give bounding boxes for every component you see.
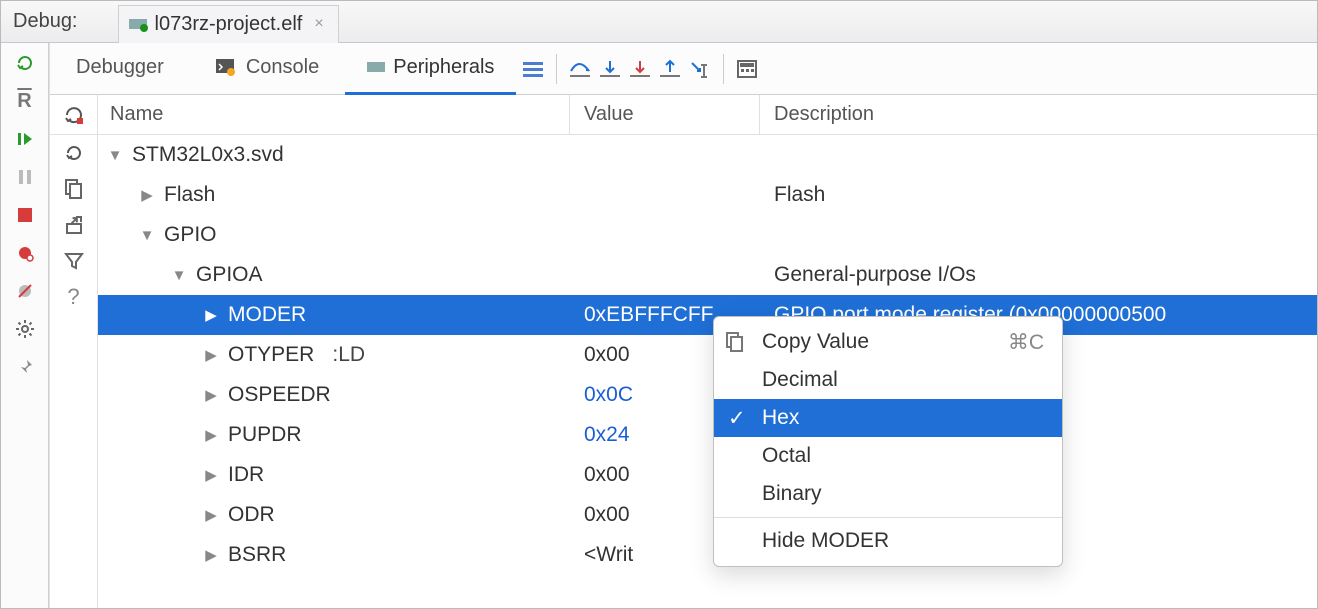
mute-breakpoints-icon[interactable] [13,279,37,303]
chevron-down-icon[interactable]: ▼ [106,147,124,164]
register-row-idr[interactable]: ▶ IDR 0x00 ta register (0x0000000 [98,455,1317,495]
menu-binary[interactable]: Binary [714,475,1062,513]
register-row-ospeedr[interactable]: ▶ OSPEEDR 0x0C speed register (0x00000 [98,375,1317,415]
menu-label: Decimal [762,368,838,392]
register-row-bsrr[interactable]: ▶ BSRR <Writ eset register (0x000000 [98,535,1317,575]
menu-separator [714,517,1062,518]
refresh-toggle-icon[interactable] [50,95,98,134]
copy-icon [726,332,744,352]
menu-copy-value[interactable]: Copy Value ⌘C [714,323,1062,361]
stop-icon[interactable] [13,203,37,227]
register-extra: :LD [332,343,365,367]
separator [723,54,724,84]
tree-node-gpioa[interactable]: ▼ GPIOA General-purpose I/Os [98,255,1317,295]
menu-hide[interactable]: Hide MODER [714,522,1062,560]
register-row-otyper[interactable]: ▶ OTYPER :LD 0x00 ype register (0x000000 [98,335,1317,375]
chevron-right-icon[interactable]: ▶ [202,386,220,404]
menu-shortcut: ⌘C [1008,330,1044,355]
export-icon[interactable] [62,213,86,237]
tree-node-label: GPIO [164,223,217,247]
chevron-right-icon[interactable]: ▶ [202,426,220,444]
pause-icon[interactable] [13,165,37,189]
chevron-right-icon[interactable]: ▶ [202,306,220,324]
chevron-right-icon[interactable]: ▶ [202,546,220,564]
reset-icon[interactable]: R [13,89,37,113]
menu-label: Hide MODER [762,529,889,553]
file-tab[interactable]: l073rz-project.elf × [118,5,339,43]
chevron-right-icon[interactable]: ▶ [202,506,220,524]
chevron-right-icon[interactable]: ▶ [138,186,156,204]
menu-octal[interactable]: Octal [714,437,1062,475]
col-value[interactable]: Value [570,95,760,134]
tree-node-label: GPIOA [196,263,263,287]
tree-toolbar: ? [50,135,98,608]
tab-console-label: Console [246,56,319,79]
column-headers: Name Value Description [50,95,1317,135]
rerun-icon[interactable] [13,51,37,75]
register-name: BSRR [228,543,286,567]
breakpoint-icon[interactable] [13,241,37,265]
check-icon: ✓ [728,406,746,431]
debug-tabbar: Debugger Console Peripherals [50,43,1317,95]
titlebar: Debug: l073rz-project.elf × [1,1,1317,43]
register-name: ODR [228,503,275,527]
tree-node-label: Flash [164,183,215,207]
menu-hex[interactable]: ✓ Hex [714,399,1062,437]
pin-icon[interactable] [13,355,37,379]
register-tree: ▼ STM32L0x3.svd ▶ Flash Flash ▼ [98,135,1317,608]
chevron-right-icon[interactable]: ▶ [202,466,220,484]
tab-debugger[interactable]: Debugger [54,43,186,95]
filter-icon[interactable] [62,249,86,273]
step-over-icon[interactable] [567,56,593,82]
tree-node-desc: General-purpose I/Os [760,263,1317,287]
step-out-icon[interactable] [657,56,683,82]
tree-root[interactable]: ▼ STM32L0x3.svd [98,135,1317,175]
help-icon[interactable]: ? [62,285,86,309]
tab-peripherals[interactable]: Peripherals [345,43,516,95]
col-description[interactable]: Description [760,95,1317,134]
register-row-odr[interactable]: ▶ ODR 0x00 data register (0x000000 [98,495,1317,535]
register-row-pupdr[interactable]: ▶ PUPDR 0x24 pull-down register (0x00 [98,415,1317,455]
file-tab-label: l073rz-project.elf [155,13,303,36]
register-name: OTYPER [228,343,314,367]
tree-root-label: STM32L0x3.svd [132,143,284,167]
menu-label: Copy Value [762,330,869,354]
debug-controls: R [1,43,49,608]
force-step-into-icon[interactable] [627,56,653,82]
debug-label: Debug: [13,10,78,33]
close-icon[interactable]: × [310,15,327,33]
chip-icon [129,19,147,29]
separator [556,54,557,84]
tab-console[interactable]: Console [190,43,341,95]
resume-icon[interactable] [13,127,37,151]
register-row-moder[interactable]: ▶ MODER 0xEBFFFCFF GPIO port mode regist… [98,295,1317,335]
menu-label: Octal [762,444,811,468]
refresh-icon[interactable] [62,141,86,165]
register-name: OSPEEDR [228,383,331,407]
register-name: PUPDR [228,423,302,447]
register-name: MODER [228,303,306,327]
menu-label: Hex [762,406,799,430]
chevron-right-icon[interactable]: ▶ [202,346,220,364]
tree-node-gpio[interactable]: ▼ GPIO [98,215,1317,255]
tab-peripherals-label: Peripherals [393,56,494,79]
tree-node-desc: Flash [760,183,1317,207]
context-menu: Copy Value ⌘C Decimal ✓ Hex Octal Binary [713,316,1063,567]
copy-icon[interactable] [62,177,86,201]
tab-debugger-label: Debugger [76,56,164,79]
settings-icon[interactable] [13,317,37,341]
run-to-cursor-icon[interactable] [687,56,713,82]
step-into-icon[interactable] [597,56,623,82]
evaluate-icon[interactable] [734,56,760,82]
col-name[interactable]: Name [98,95,570,134]
layout-icon[interactable] [520,56,546,82]
chevron-down-icon[interactable]: ▼ [170,267,188,284]
console-icon [212,54,238,80]
chevron-down-icon[interactable]: ▼ [138,227,156,244]
tree-node-flash[interactable]: ▶ Flash Flash [98,175,1317,215]
menu-label: Binary [762,482,822,506]
menu-decimal[interactable]: Decimal [714,361,1062,399]
chip-icon [367,62,385,72]
register-name: IDR [228,463,264,487]
